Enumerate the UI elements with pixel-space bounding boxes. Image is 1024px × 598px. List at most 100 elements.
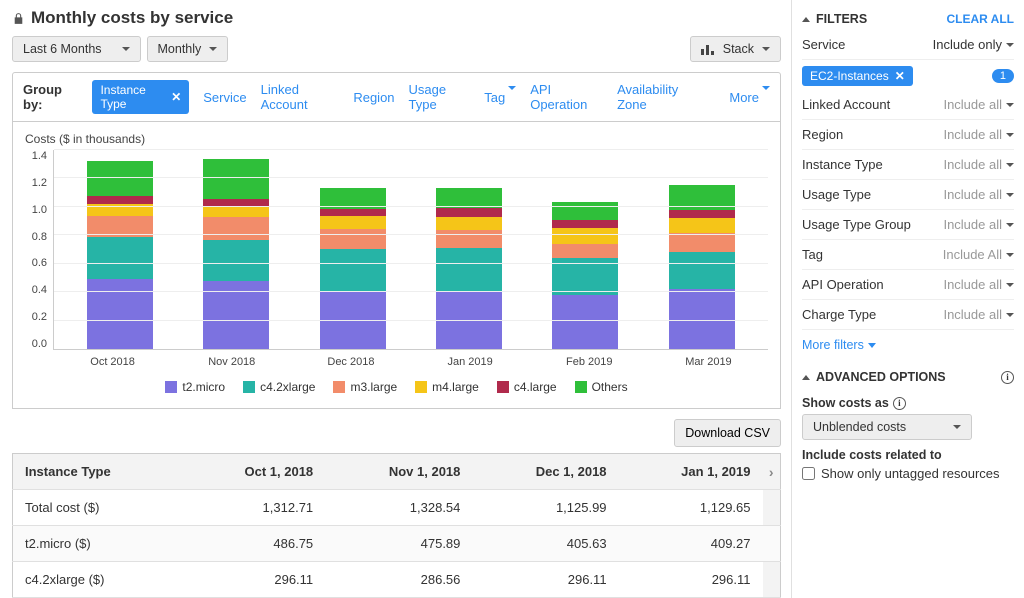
chevron-down-icon <box>762 47 770 51</box>
groupby-option[interactable]: Tag <box>484 90 516 105</box>
collapse-icon <box>802 17 810 22</box>
bar-segment[interactable] <box>552 228 618 244</box>
groupby-option[interactable]: Usage Type <box>409 82 471 112</box>
group-by-active-chip[interactable]: Instance Type✕ <box>92 80 189 114</box>
bar-segment[interactable] <box>552 220 618 228</box>
bar-segment[interactable] <box>320 249 386 291</box>
filter-row[interactable]: Charge TypeInclude all <box>802 300 1014 330</box>
bar-chart-icon <box>701 44 715 55</box>
bar-segment[interactable] <box>320 216 386 229</box>
bar-segment[interactable] <box>436 248 502 290</box>
remove-chip-icon[interactable]: ✕ <box>895 69 905 83</box>
untagged-checkbox[interactable]: Show only untagged resources <box>802 466 1014 481</box>
collapse-icon <box>802 375 810 380</box>
lock-icon <box>12 12 25 25</box>
group-by-label: Group by: <box>23 82 78 112</box>
chart-y-label: Costs ($ in thousands) <box>25 132 768 146</box>
groupby-option[interactable]: Region <box>353 90 394 105</box>
info-icon[interactable]: i <box>1001 371 1014 384</box>
y-axis: 1.41.21.00.80.60.40.20.0 <box>25 150 53 350</box>
table-row: t2.micro ($)486.75475.89405.63409.27 <box>13 526 781 562</box>
date-range-select[interactable]: Last 6 Months <box>12 36 141 62</box>
filter-row[interactable]: ServiceInclude only <box>802 30 1014 60</box>
bar-segment[interactable] <box>669 218 735 233</box>
legend-item[interactable]: t2.micro <box>165 380 225 394</box>
bar-segment[interactable] <box>320 209 386 216</box>
bar-segment[interactable] <box>436 217 502 230</box>
bar-segment[interactable] <box>669 233 735 252</box>
chart-panel: Costs ($ in thousands) 1.41.21.00.80.60.… <box>12 122 781 409</box>
stack-select[interactable]: Stack <box>690 36 781 62</box>
legend-item[interactable]: c4.large <box>497 380 557 394</box>
bar-segment[interactable] <box>203 206 269 217</box>
legend-item[interactable]: Others <box>575 380 628 394</box>
filters-heading[interactable]: FILTERS CLEAR ALL <box>802 8 1014 30</box>
bar-segment[interactable] <box>203 217 269 240</box>
col-header: Jan 1, 2019 <box>619 454 763 490</box>
granularity-select[interactable]: Monthly <box>147 36 229 62</box>
advanced-heading[interactable]: ADVANCED OPTIONS i <box>802 366 1014 388</box>
filter-row[interactable]: API OperationInclude all <box>802 270 1014 300</box>
remove-chip-icon[interactable]: ✕ <box>171 90 181 104</box>
bar-segment[interactable] <box>203 159 269 198</box>
cost-table: Instance TypeOct 1, 2018Nov 1, 2018Dec 1… <box>12 453 781 598</box>
x-tick: Jan 2019 <box>411 350 530 368</box>
page-title: Monthly costs by service <box>31 8 233 28</box>
bar-segment[interactable] <box>87 279 153 349</box>
chart-plot <box>53 150 768 350</box>
groupby-option[interactable]: Service <box>203 90 246 105</box>
bar-segment[interactable] <box>669 252 735 289</box>
bar-segment[interactable] <box>87 196 153 203</box>
scroll-right-button[interactable]: › <box>763 454 781 490</box>
x-axis: Oct 2018Nov 2018Dec 2018Jan 2019Feb 2019… <box>53 350 768 368</box>
bar-segment[interactable] <box>320 229 386 249</box>
chevron-down-icon <box>868 343 876 348</box>
filter-chip[interactable]: EC2-Instances ✕ <box>802 66 913 86</box>
legend-item[interactable]: c4.2xlarge <box>243 380 315 394</box>
col-header: Oct 1, 2018 <box>182 454 325 490</box>
bar-segment[interactable] <box>436 230 502 249</box>
filter-row[interactable]: RegionInclude all <box>802 120 1014 150</box>
filter-row[interactable]: Usage TypeInclude all <box>802 180 1014 210</box>
filter-count-badge: 1 <box>992 69 1014 83</box>
untagged-checkbox-input[interactable] <box>802 467 815 480</box>
x-tick: Mar 2019 <box>649 350 768 368</box>
bar-segment[interactable] <box>436 208 502 217</box>
col-header: Instance Type <box>13 454 183 490</box>
col-header: Dec 1, 2018 <box>472 454 618 490</box>
more-filters-link[interactable]: More filters <box>802 330 876 366</box>
bar-segment[interactable] <box>669 210 735 219</box>
col-header: Nov 1, 2018 <box>325 454 472 490</box>
info-icon[interactable]: i <box>893 397 906 410</box>
bar-segment[interactable] <box>203 240 269 281</box>
group-by-bar: Group by: Instance Type✕ Service Linked … <box>12 72 781 122</box>
bar-segment[interactable] <box>87 161 153 196</box>
x-tick: Feb 2019 <box>530 350 649 368</box>
x-tick: Nov 2018 <box>172 350 291 368</box>
bar-segment[interactable] <box>552 244 618 258</box>
filter-row[interactable]: Linked AccountInclude all <box>802 90 1014 120</box>
filter-row[interactable]: Instance TypeInclude all <box>802 150 1014 180</box>
bar-segment[interactable] <box>552 295 618 349</box>
table-row: Total cost ($)1,312.711,328.541,125.991,… <box>13 490 781 526</box>
cost-type-select[interactable]: Unblended costs <box>802 414 972 440</box>
groupby-option[interactable]: Linked Account <box>261 82 340 112</box>
groupby-option[interactable]: Availability Zone <box>617 82 701 112</box>
include-costs-label: Include costs related to <box>802 448 1014 462</box>
groupby-option[interactable]: API Operation <box>530 82 603 112</box>
filter-row[interactable]: TagInclude All <box>802 240 1014 270</box>
clear-all-button[interactable]: CLEAR ALL <box>946 12 1014 26</box>
table-row: c4.2xlarge ($)296.11286.56296.11296.11 <box>13 562 781 598</box>
groupby-more[interactable]: More <box>729 90 770 105</box>
legend-item[interactable]: m4.large <box>415 380 479 394</box>
bar-segment[interactable] <box>87 237 153 279</box>
chevron-down-icon <box>209 47 217 51</box>
download-csv-button[interactable]: Download CSV <box>674 419 781 447</box>
chevron-down-icon <box>122 47 130 51</box>
filter-row[interactable]: Usage Type GroupInclude all <box>802 210 1014 240</box>
bar-segment[interactable] <box>552 202 618 220</box>
show-costs-as-label: Show costs as i <box>802 396 1014 410</box>
x-tick: Dec 2018 <box>291 350 410 368</box>
chart-legend: t2.micro c4.2xlarge m3.large m4.large c4.lar… <box>25 380 768 394</box>
legend-item[interactable]: m3.large <box>333 380 397 394</box>
